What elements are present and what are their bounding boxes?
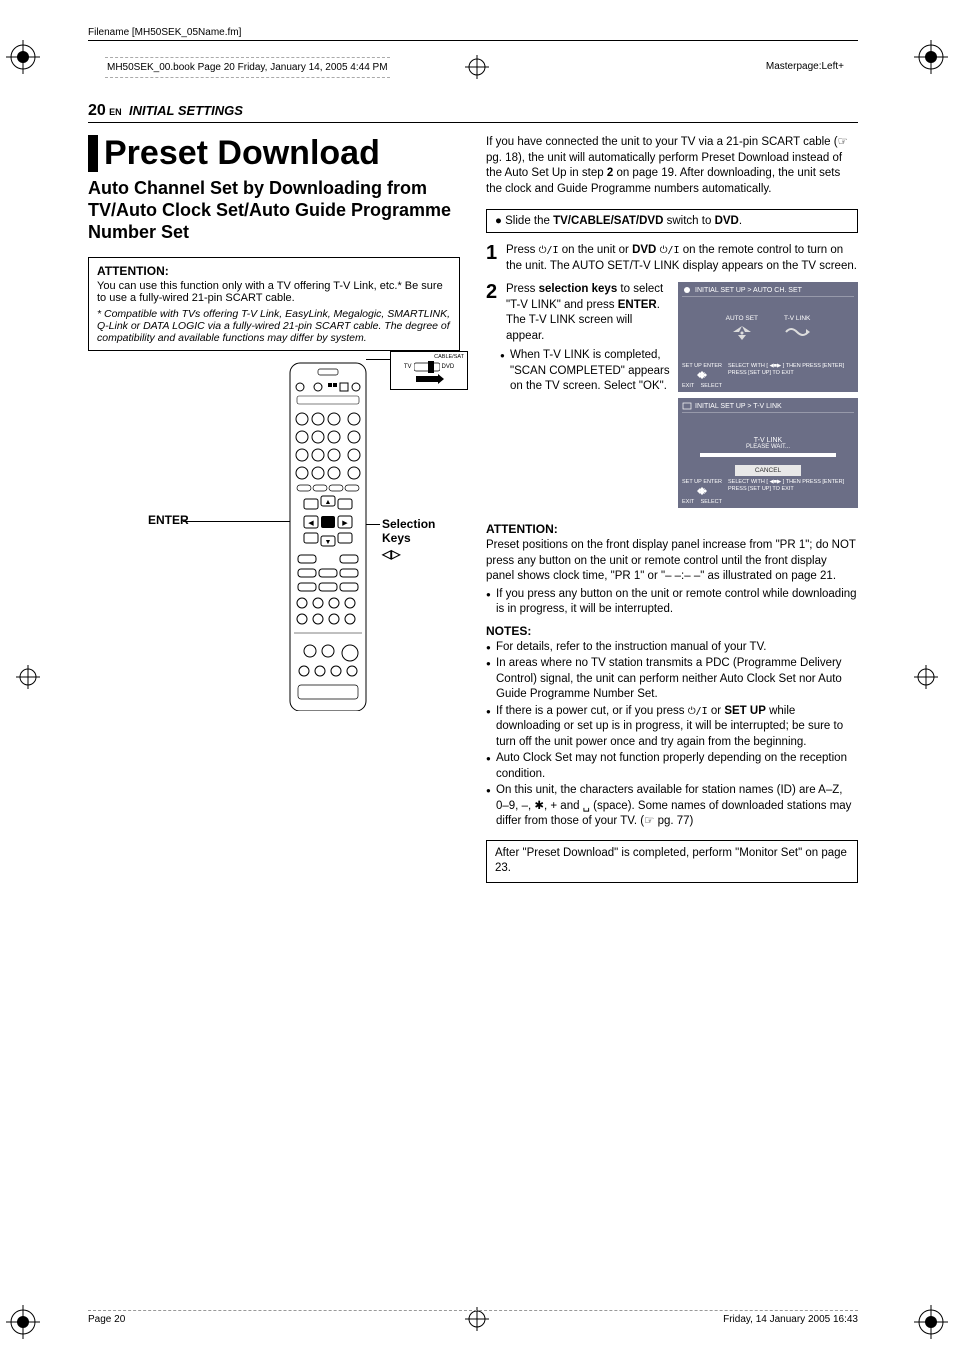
gear-icon — [682, 402, 692, 410]
attention-box-right: ATTENTION: Preset positions on the front… — [486, 522, 858, 618]
crosshair-top — [465, 55, 489, 79]
page-header: 20 EN INITIAL SETTINGS — [88, 102, 858, 123]
tv1-auto-set-option: AUTO SET — [726, 315, 758, 342]
footer-page: Page 20 — [88, 1314, 125, 1325]
notes-list: For details, refer to the instruction ma… — [486, 640, 858, 830]
gear-icon — [682, 286, 692, 294]
attention-footnote: * Compatible with TVs offering T-V Link,… — [97, 308, 451, 344]
step-1-number: 1 — [486, 243, 500, 274]
main-heading: Preset Download — [88, 135, 460, 172]
notes-item: Auto Clock Set may not function properly… — [486, 751, 858, 782]
book-info-line: MH50SEK_00.book Page 20 Friday, January … — [105, 57, 390, 78]
tv2-cancel-button: CANCEL — [735, 465, 801, 476]
registration-mark-bl — [6, 1305, 40, 1339]
manual-page: Filename [MH50SEK_05Name.fm] MH50SEK_00.… — [0, 0, 954, 1351]
step-2-text-col: 2 Press selection keys to select "T-V LI… — [486, 282, 670, 514]
remote-selection-keys-label: Selection Keys ◁▷ — [382, 517, 460, 561]
filename-line: Filename [MH50SEK_05Name.fm] — [88, 27, 858, 41]
notes-item: For details, refer to the instruction ma… — [486, 640, 858, 656]
svg-text:▶: ▶ — [342, 520, 348, 527]
tv2-progress-bar — [700, 453, 836, 457]
lang-code: EN — [109, 107, 122, 117]
right-column: If you have connected the unit to your T… — [486, 135, 858, 883]
sub-heading: Auto Channel Set by Downloading from TV/… — [88, 178, 460, 243]
page-number: 20 — [88, 102, 106, 119]
intro-paragraph: If you have connected the unit to your T… — [486, 135, 858, 197]
section-title: INITIAL SETTINGS — [129, 103, 243, 118]
registration-mark-tr — [914, 40, 948, 74]
notes-item: On this unit, the characters available f… — [486, 783, 858, 830]
tv-screen-auto-ch-set: INITIAL SET UP > AUTO CH. SET AUTO SET T… — [678, 282, 858, 392]
switch-callout: CABLE/SAT TV DVD — [366, 355, 468, 401]
content-area: Preset Download Auto Channel Set by Down… — [88, 135, 858, 883]
remote-control-figure: ENTER Selection Keys ◁▷ — [88, 361, 460, 721]
footer-timestamp: Page 20 Friday, 14 January 2005 16:43 — [88, 1310, 858, 1325]
tv1-footer-instructions: SELECT WITH [ ◀■▶ ] THEN PRESS [ENTER] P… — [728, 363, 844, 389]
tv-screen-tvlink: INITIAL SET UP > T-V LINK T-V LINK PLEAS… — [678, 398, 858, 508]
tv2-center-label: T-V LINK — [682, 437, 854, 444]
svg-text:▲: ▲ — [325, 499, 332, 506]
tv2-footer-instructions: SELECT WITH [ ◀■▶ ] THEN PRESS [ENTER] P… — [728, 479, 844, 505]
crosshair-right — [914, 665, 938, 689]
step-1: 1 Press ⏻/I on the unit or DVD ⏻/I on th… — [486, 243, 858, 274]
switch-tv-label: TV — [404, 364, 412, 370]
tv2-breadcrumb: INITIAL SET UP > T-V LINK — [695, 403, 782, 410]
step-2-row: 2 Press selection keys to select "T-V LI… — [486, 282, 858, 514]
tv1-tvlink-option: T-V LINK — [784, 315, 810, 342]
step-2-number: 2 — [486, 282, 500, 344]
registration-mark-br — [914, 1305, 948, 1339]
crosshair-left — [16, 665, 40, 689]
switch-dvd-label: DVD — [442, 364, 455, 370]
step-2-bullet: When T-V LINK is completed, "SCAN COMPLE… — [500, 348, 670, 395]
notes-item: If there is a power cut, or if you press… — [486, 704, 858, 751]
after-preset-box: After "Preset Download" is completed, pe… — [486, 840, 858, 883]
tv-screen-figures: INITIAL SET UP > AUTO CH. SET AUTO SET T… — [678, 282, 858, 514]
attention-body: You can use this function only with a TV… — [97, 280, 451, 304]
left-column: Preset Download Auto Channel Set by Down… — [88, 135, 460, 883]
attention-box-left: ATTENTION: You can use this function onl… — [88, 257, 460, 351]
svg-text:▼: ▼ — [325, 539, 332, 546]
remote-icon: ▲ ◀ ▶ ▼ — [288, 361, 368, 711]
tv2-please-wait: PLEASE WAIT... — [682, 444, 854, 450]
step-1-text: Press ⏻/I on the unit or DVD ⏻/I on the … — [506, 243, 858, 274]
attention2-label: ATTENTION: — [486, 522, 858, 536]
enter-leader-line — [183, 521, 291, 522]
attention2-body: Preset positions on the front display pa… — [486, 538, 858, 585]
remote-enter-label: ENTER — [148, 513, 189, 527]
footer-date: Friday, 14 January 2005 16:43 — [723, 1314, 858, 1325]
attention-label: ATTENTION: — [97, 264, 451, 278]
tv1-breadcrumb: INITIAL SET UP > AUTO CH. SET — [695, 287, 802, 294]
notes-label: NOTES: — [486, 624, 858, 638]
switch-cablesat-label: CABLE/SAT — [394, 354, 464, 360]
registration-mark-tl — [6, 40, 40, 74]
notes-item: In areas where no TV station transmits a… — [486, 656, 858, 703]
svg-text:◀: ◀ — [308, 520, 314, 527]
slide-switch-box: ● Slide the TV/CABLE/SAT/DVD switch to D… — [486, 209, 858, 233]
masterpage-label: Masterpage:Left+ — [766, 61, 844, 72]
step-2-text: Press selection keys to select "T-V LINK… — [506, 282, 670, 344]
attention2-bullet: If you press any button on the unit or r… — [486, 587, 858, 618]
